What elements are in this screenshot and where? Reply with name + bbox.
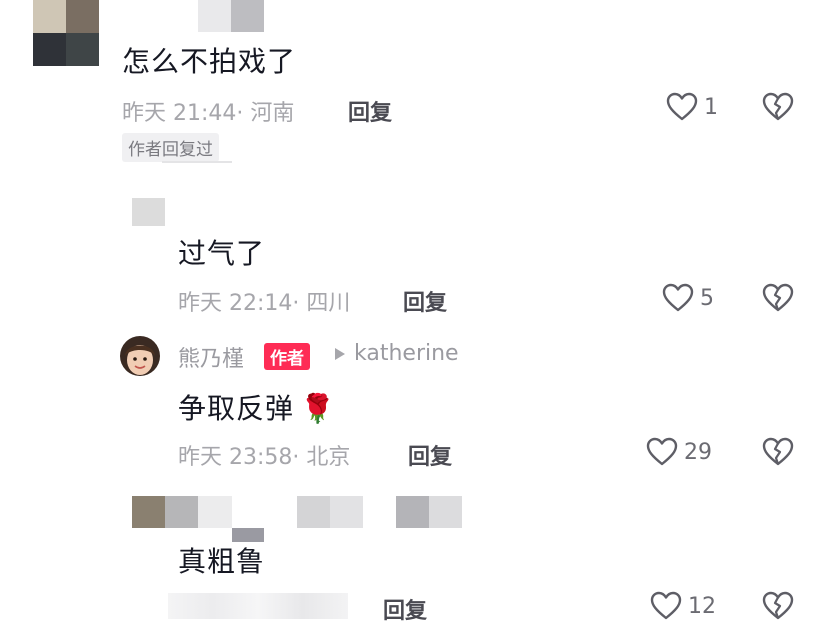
author-name[interactable]: 熊乃槿	[178, 341, 244, 373]
comment-location: 北京	[306, 445, 351, 470]
dislike-button[interactable]	[762, 92, 794, 126]
comment-meta: 昨天 22:14· 四川	[178, 285, 350, 317]
heart-outline-icon	[666, 92, 698, 121]
reply-to[interactable]: katherine	[334, 341, 459, 366]
like-button[interactable]: 5	[662, 283, 714, 313]
reply-to-redacted[interactable]	[396, 496, 462, 528]
comment-meta: 昨天 21:44· 河南	[122, 95, 294, 127]
heart-outline-icon	[650, 591, 682, 620]
comment-time: 昨天 23:58	[178, 445, 293, 470]
broken-heart-icon	[762, 92, 794, 121]
reply-to-user: katherine	[354, 341, 459, 366]
dislike-button[interactable]	[762, 437, 794, 471]
comment-time: 昨天 22:14	[178, 291, 293, 316]
broken-heart-icon	[762, 591, 794, 620]
author-replied-tag: 作者回复过	[122, 133, 219, 162]
reply-button[interactable]: 回复	[408, 439, 452, 471]
avatar[interactable]	[33, 0, 99, 66]
comment-text: 过气了	[178, 237, 266, 270]
comment-time: 昨天 21:44	[122, 101, 237, 126]
comment-text-content: 争取反弹	[178, 392, 295, 425]
like-button[interactable]: 12	[650, 591, 716, 621]
reply-button[interactable]: 回复	[348, 95, 392, 127]
avatar[interactable]	[132, 496, 232, 528]
separator: ·	[292, 291, 300, 316]
avatar[interactable]	[120, 336, 160, 376]
meta-redacted	[168, 593, 348, 619]
play-triangle-icon	[335, 347, 345, 360]
heart-outline-icon	[662, 283, 694, 312]
like-count: 29	[684, 439, 712, 465]
heart-outline-icon	[646, 437, 678, 466]
comment-text: 争取反弹 🌹	[178, 387, 336, 427]
broken-heart-icon	[762, 283, 794, 312]
dislike-button[interactable]	[762, 591, 794, 625]
username-redacted[interactable]	[198, 0, 264, 32]
comment-text: 真粗鲁	[178, 545, 266, 578]
comment-location: 四川	[306, 291, 351, 316]
comment-meta: 昨天 23:58· 北京	[178, 439, 350, 471]
comment-text: 怎么不拍戏了	[122, 45, 297, 78]
author-badge: 作者	[264, 343, 310, 370]
username-redacted[interactable]	[297, 496, 363, 528]
like-count: 1	[704, 94, 718, 120]
like-button[interactable]: 1	[666, 92, 718, 122]
reply-button[interactable]: 回复	[403, 285, 447, 317]
dislike-button[interactable]	[762, 283, 794, 317]
separator: ·	[292, 445, 300, 470]
rose-emoji: 🌹	[300, 392, 336, 425]
broken-heart-icon	[762, 437, 794, 466]
like-count: 5	[700, 285, 714, 311]
avatar[interactable]	[132, 198, 165, 226]
like-count: 12	[688, 593, 716, 619]
separator: ·	[236, 101, 244, 126]
comment-location: 河南	[250, 101, 295, 126]
reply-button[interactable]: 回复	[383, 593, 427, 625]
decorative-line	[162, 161, 232, 163]
like-button[interactable]: 29	[646, 437, 712, 467]
